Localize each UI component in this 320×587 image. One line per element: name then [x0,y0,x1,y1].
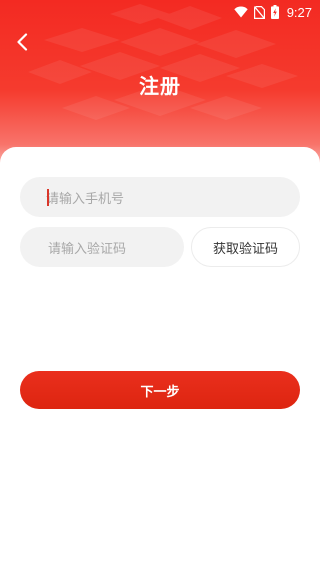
battery-charging-icon [270,5,279,19]
text-caret [47,189,49,206]
verification-code-input[interactable]: 请输入验证码 [20,227,184,267]
chevron-left-icon [17,33,28,51]
page-title: 注册 [139,74,181,98]
get-code-button[interactable]: 获取验证码 [191,227,300,267]
next-button[interactable]: 下一步 [20,371,300,409]
no-sim-icon [253,5,265,19]
wifi-icon [233,6,248,18]
status-bar: 9:27 [0,0,320,24]
phone-input[interactable]: 请输入手机号 [20,177,300,217]
phone-input-placeholder: 请输入手机号 [46,191,125,207]
back-button[interactable] [8,28,36,56]
code-input-placeholder: 请输入验证码 [48,241,127,257]
status-time: 9:27 [286,4,312,20]
status-icons: 9:27 [233,3,312,21]
